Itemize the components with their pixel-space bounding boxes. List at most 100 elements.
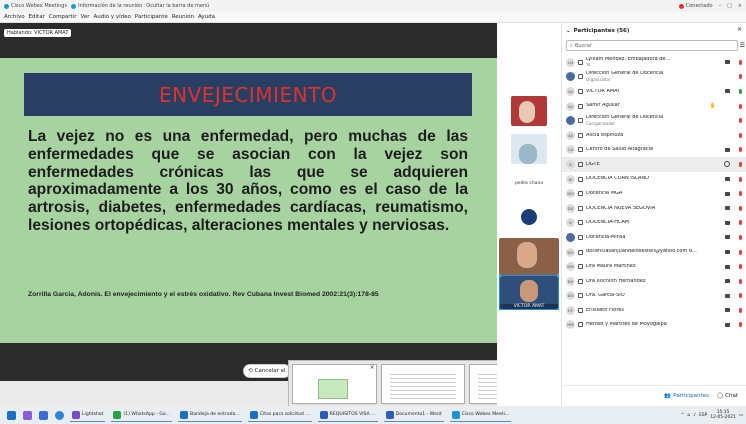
notification-icon[interactable]: ▭ [739,413,743,418]
camera-icon[interactable] [725,264,730,269]
video-tile[interactable] [499,238,559,275]
participant-row[interactable]: Docencia-Minsa [562,230,746,245]
close-icon[interactable]: × [370,364,375,371]
participant-row[interactable]: DO docenciasanjuandelosestell@yahoo.com d… [562,245,746,260]
language-indicator[interactable]: ESP [699,413,707,418]
active-speaker-video-tile[interactable]: VICTOR AMAT [499,275,559,310]
taskbar-app[interactable]: Lightshot [70,408,106,422]
video-tile[interactable] [499,134,559,164]
participant-row[interactable]: DM Docencia MGA [562,186,746,201]
menu-reunion[interactable]: Reunión [172,14,194,20]
participant-row[interactable]: LN Lylliam Méndez. Embajadora de... Yo [562,55,746,70]
camera-icon[interactable] [725,89,730,94]
camera-icon[interactable] [725,250,730,255]
video-tile-avatar[interactable] [499,209,559,225]
volume-icon[interactable]: ♪ [693,413,696,418]
menu-archivo[interactable]: Archivo [4,14,25,20]
microphone-muted-icon[interactable] [739,59,742,65]
camera-icon[interactable] [725,177,730,182]
tab-participants[interactable]: 👥 Participantes [664,393,709,399]
microphone-muted-icon[interactable] [739,278,742,284]
menu-compartir[interactable]: Compartir [49,14,77,20]
taskbar-app[interactable]: Citas para solicitud ... [247,408,312,422]
microphone-muted-icon[interactable] [739,205,742,211]
grid-icon[interactable] [39,410,48,420]
microphone-muted-icon[interactable] [739,234,742,240]
tab-chat[interactable]: ◯ Chat [717,393,738,399]
video-tile[interactable] [499,96,559,126]
microphone-muted-icon[interactable] [739,176,742,182]
windows-start-icon[interactable] [7,410,16,420]
microphone-on-icon[interactable] [739,88,742,94]
menu-editar[interactable]: Editar [29,14,45,20]
preview-window-2[interactable] [380,364,466,404]
participants-header[interactable]: ⌄ Participantes (56) [566,26,744,36]
camera-icon[interactable] [725,308,730,313]
menu-audio-video[interactable]: Audio y vídeo [93,14,130,20]
microphone-muted-icon[interactable] [739,264,742,270]
microphone-muted-icon[interactable] [739,161,742,167]
edge-icon[interactable] [55,410,64,420]
taskbar-app[interactable]: Cisco Webex Meeti... [449,408,512,422]
participant-row[interactable]: D DOCENCIA-HCAM [562,216,746,231]
microphone-muted-icon[interactable] [739,220,742,226]
minimize-icon[interactable]: – [719,3,722,9]
cancel-button[interactable]: ⟲ Cancelar el [243,364,291,378]
close-icon[interactable]: × [737,26,742,33]
camera-icon[interactable] [725,293,730,298]
menu-ver[interactable]: Ver [81,14,90,20]
participant-row[interactable]: HM Heroes y Martires de Moyogalpa [562,318,746,333]
network-icon[interactable]: ⌂ [687,413,690,418]
participant-row[interactable]: CA Centro de Salud Altagracia [562,143,746,158]
maximize-icon[interactable]: □ [727,3,732,9]
participant-row[interactable]: DM Dra Maura Martinez [562,259,746,274]
menu-participante[interactable]: Participante [135,14,168,20]
preview-window-1[interactable]: × [292,364,377,404]
chat-icon[interactable] [724,161,730,168]
chevron-up-icon[interactable]: ^ [681,413,685,418]
camera-icon[interactable] [725,235,730,240]
participant-row[interactable]: Dirección General de Docencia Organizador [562,70,746,85]
participant-row[interactable]: DG Dra. García-SIO [562,289,746,304]
microphone-muted-icon[interactable] [739,118,742,124]
participant-row[interactable]: EF Erlisseth Flores [562,303,746,318]
participant-row[interactable]: SA Samir Aguilar ✋ [562,99,746,114]
microphone-muted-icon[interactable] [739,191,742,197]
participant-row[interactable]: DI DOCENCIA CORN ISLAND [562,172,746,187]
microphone-muted-icon[interactable] [739,132,742,138]
participant-row[interactable]: DH Dra Xochilth Hernandez [562,274,746,289]
menu-ayuda[interactable]: Ayuda [198,14,215,20]
microphone-muted-icon[interactable] [739,147,742,153]
close-icon[interactable]: × [738,3,742,9]
connection-status[interactable]: Conectado [678,3,713,9]
participant-row[interactable]: D DGTE [562,157,746,172]
taskbar-app[interactable]: Bandeja de entrada... [178,408,242,422]
microphone-muted-icon[interactable] [739,74,742,80]
microphone-muted-icon[interactable] [739,249,742,255]
microphone-muted-icon[interactable] [739,103,742,109]
camera-icon[interactable] [725,191,730,196]
taskbar-app[interactable]: (1) WhatsApp - Go... [111,408,173,422]
participant-row[interactable]: VA VICTOR AMAT [562,84,746,99]
participants-search[interactable]: ⌕ Buscar [566,40,738,51]
clock[interactable]: 15:15 12-05-2021 [710,410,736,420]
camera-icon[interactable] [725,279,730,284]
camera-icon[interactable] [725,147,730,152]
taskbar-app[interactable]: REQUISITOS VISA ... [317,408,378,422]
video-tile-name-only[interactable]: pedro chana [499,181,559,186]
microphone-muted-icon[interactable] [739,307,742,313]
participant-row[interactable]: DS DOCENCIA NUEVA SEGOVIA [562,201,746,216]
microphone-muted-icon[interactable] [739,322,742,328]
pen-icon[interactable] [23,410,32,420]
camera-icon[interactable] [725,206,730,211]
participant-row[interactable]: Dirección General de Docencia Coorganizad… [562,113,746,128]
taskbar-app[interactable]: Documento1 - Word [383,408,444,422]
camera-icon[interactable] [725,60,730,65]
camera-icon[interactable] [725,322,730,327]
meeting-info-button[interactable]: Información de la reunión [71,3,142,9]
participant-row[interactable]: AE Alicia espinoza [562,128,746,143]
hide-menu-button[interactable]: Ocultar la barra de menú [146,3,209,9]
microphone-muted-icon[interactable] [739,293,742,299]
camera-icon[interactable] [725,220,730,225]
list-options-icon[interactable]: ☰ [740,42,745,49]
